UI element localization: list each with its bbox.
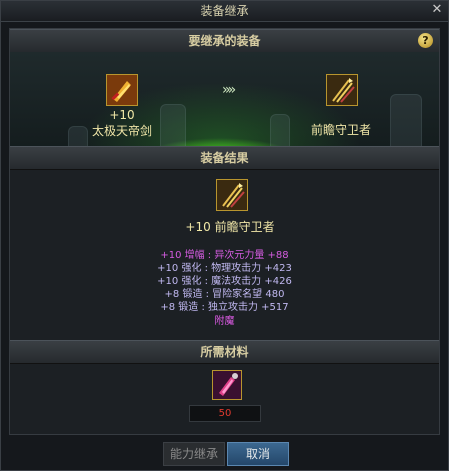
inherit-panel: 要继承的装备 ? »» +10 太极天帝剑 前瞻守卫者 装备结果 +10 前瞻守… [9,28,440,435]
source-item-plus: +10 [109,108,135,122]
material-item-slot[interactable] [212,370,242,400]
result-item-slot[interactable] [216,179,248,211]
stat-line: +10 强化 : 物理攻击力 +423 [157,263,292,274]
window-titlebar[interactable]: 装备继承 ✕ [1,1,448,22]
stat-line: +8 锻造 : 独立攻击力 +517 [160,302,289,313]
materials-section-header: 所需材料 [10,340,439,364]
result-item-label: +10 前瞻守卫者 [160,218,300,235]
inherit-section-header: 要继承的装备 ? [10,29,439,53]
result-item-name: 前瞻守卫者 [214,220,275,234]
result-section-title: 装备结果 [200,151,249,165]
stat-line: +8 锻造 : 冒险家名望 480 [164,289,285,300]
crystal-icon [213,371,241,399]
materials-section-title: 所需材料 [200,345,249,359]
arrows-icon [327,75,357,105]
close-icon[interactable]: ✕ [430,3,444,17]
inherit-button[interactable]: 能力继承 [163,442,225,466]
target-item-name: 前瞻守卫者 [310,123,371,137]
source-item-name: 太极天帝剑 [91,124,152,138]
cancel-button[interactable]: 取消 [227,442,289,466]
source-item-label: +10 太极天帝剑 [72,108,172,139]
stat-line: +10 强化 : 魔法攻击力 +426 [157,276,292,287]
window-title: 装备继承 [200,4,249,18]
result-item-plus: +10 [185,220,211,234]
material-count: 50 [189,405,261,422]
arrow-right-icon: »» [222,82,236,98]
target-item-slot[interactable] [326,74,358,106]
source-item-slot[interactable] [106,74,138,106]
stat-line: 附魔 [214,316,235,327]
arrows-icon [217,180,247,210]
sword-icon [107,75,137,105]
result-section-header: 装备结果 [10,146,439,170]
help-icon[interactable]: ? [418,33,433,48]
inherit-window: 装备继承 ✕ 要继承的装备 ? »» +10 太极天帝剑 前瞻守卫者 装备结果 … [0,0,449,471]
stat-line: +10 增幅 : 异次元力量 +88 [160,250,289,261]
inherit-section-title: 要继承的装备 [188,34,261,48]
